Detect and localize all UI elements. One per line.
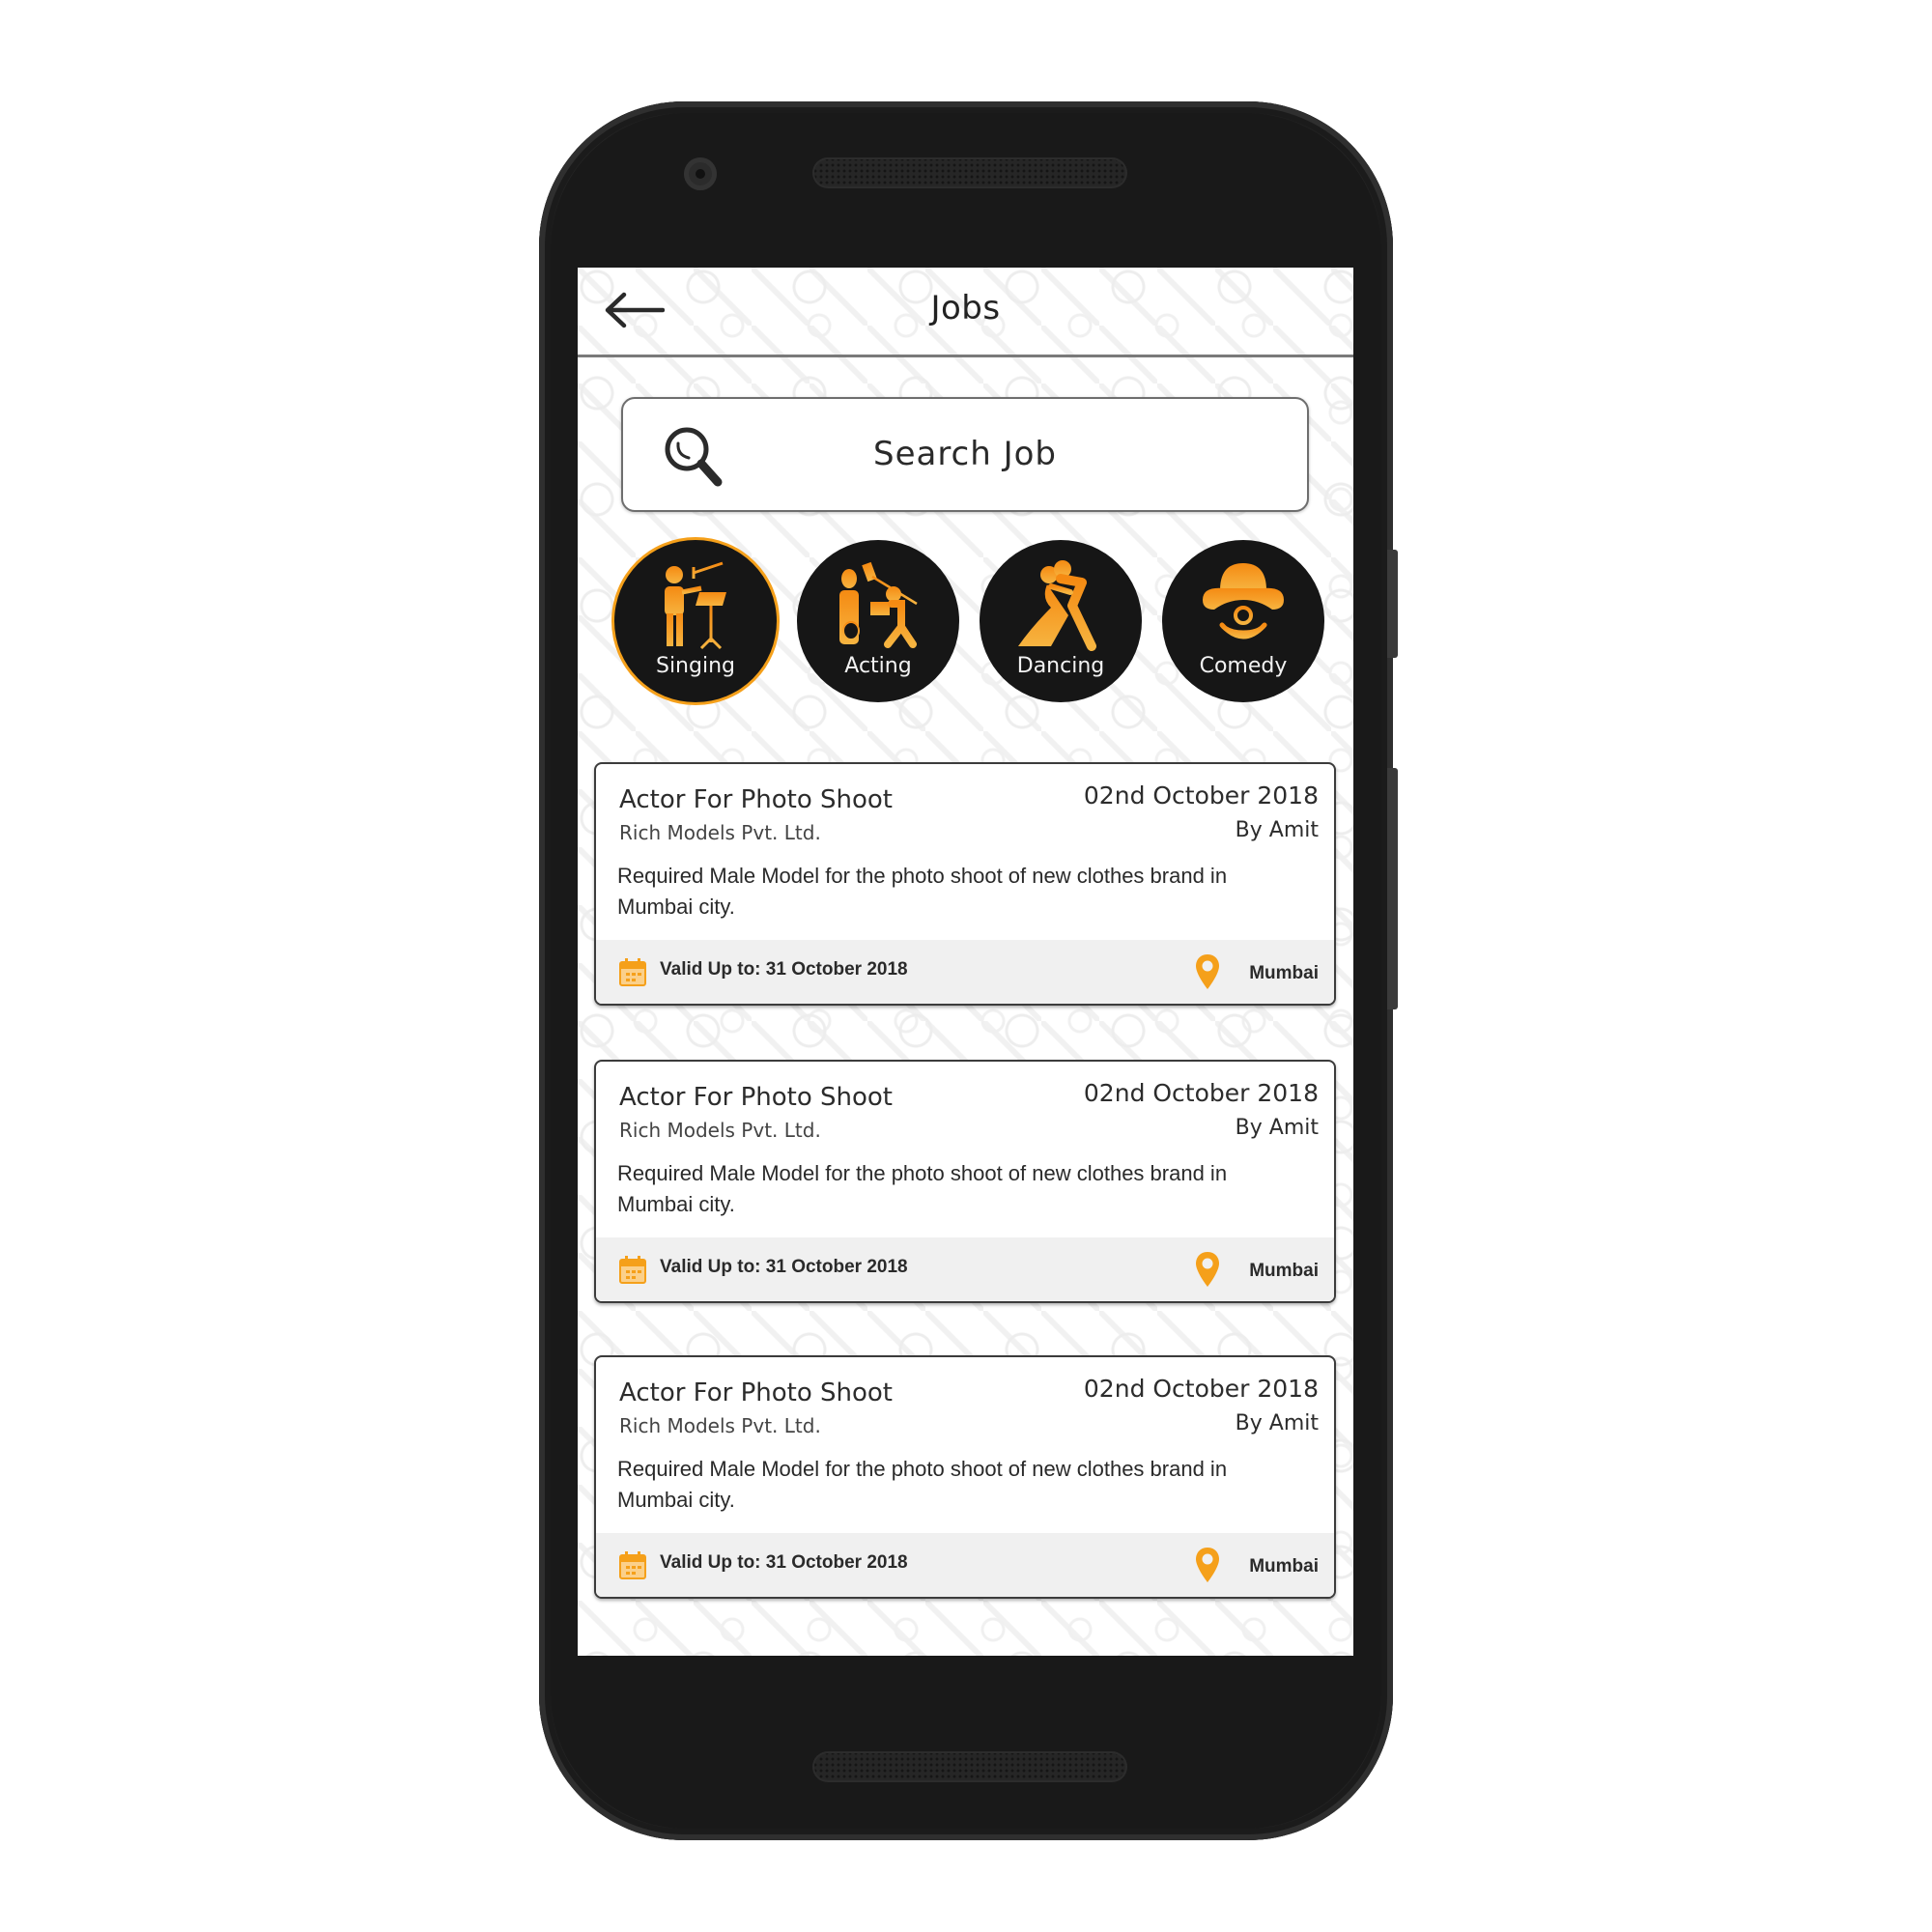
valid-up-to: Valid Up to: 31 October 2018 — [660, 1257, 908, 1277]
job-posted-by: By Amit — [1235, 1116, 1319, 1140]
calendar-icon — [619, 958, 646, 986]
job-location: Mumbai — [1249, 1556, 1319, 1577]
category-comedy[interactable]: Comedy — [1162, 540, 1324, 702]
job-card[interactable]: Actor For Photo Shoot Rich Models Pvt. L… — [594, 762, 1336, 1006]
job-location: Mumbai — [1249, 1261, 1319, 1281]
job-company: Rich Models Pvt. Ltd. — [619, 1119, 821, 1142]
bottom-speaker — [814, 1753, 1125, 1780]
job-description: Required Male Model for the photo shoot … — [617, 1457, 1228, 1512]
app-screen: Jobs Search Job Singing Acting Dancing C… — [578, 268, 1353, 1656]
job-company: Rich Models Pvt. Ltd. — [619, 1414, 821, 1437]
category-dancing[interactable]: Dancing — [980, 540, 1142, 702]
job-title: Actor For Photo Shoot — [619, 785, 893, 814]
location-pin-icon — [1196, 1548, 1219, 1582]
category-singing[interactable]: Singing — [614, 540, 777, 702]
location-pin-icon — [1196, 1252, 1219, 1287]
category-label: Acting — [844, 654, 912, 678]
calendar-icon — [619, 1256, 646, 1284]
job-company: Rich Models Pvt. Ltd. — [619, 821, 821, 844]
actor-clapperboard-icon — [839, 561, 919, 648]
job-posted-date: 02nd October 2018 — [1083, 1375, 1319, 1403]
job-location: Mumbai — [1249, 963, 1319, 983]
front-camera — [684, 157, 717, 190]
job-posted-date: 02nd October 2018 — [1083, 1079, 1319, 1107]
calendar-icon — [619, 1551, 646, 1579]
volume-button — [1387, 768, 1398, 1009]
job-title: Actor For Photo Shoot — [619, 1083, 893, 1112]
earpiece-speaker — [814, 159, 1125, 186]
job-card-footer: Valid Up to: 31 October 2018 Mumbai — [596, 1533, 1334, 1597]
job-card-footer: Valid Up to: 31 October 2018 Mumbai — [596, 940, 1334, 1004]
valid-up-to: Valid Up to: 31 October 2018 — [660, 959, 908, 980]
job-card-footer: Valid Up to: 31 October 2018 Mumbai — [596, 1237, 1334, 1301]
job-card[interactable]: Actor For Photo Shoot Rich Models Pvt. L… — [594, 1060, 1336, 1303]
page-title: Jobs — [930, 289, 1001, 327]
category-label: Dancing — [1016, 654, 1105, 678]
clown-face-icon — [1203, 563, 1284, 639]
location-pin-icon — [1196, 954, 1219, 989]
job-posted-date: 02nd October 2018 — [1083, 781, 1319, 810]
job-posted-by: By Amit — [1235, 818, 1319, 842]
power-button — [1387, 550, 1398, 658]
search-placeholder: Search Job — [872, 435, 1058, 473]
job-card[interactable]: Actor For Photo Shoot Rich Models Pvt. L… — [594, 1355, 1336, 1599]
job-description: Required Male Model for the photo shoot … — [617, 1161, 1228, 1216]
category-acting[interactable]: Acting — [797, 540, 959, 702]
app-header: Jobs — [578, 268, 1353, 357]
job-posted-by: By Amit — [1235, 1411, 1319, 1435]
category-label: Singing — [655, 654, 735, 678]
job-title: Actor For Photo Shoot — [619, 1378, 893, 1407]
valid-up-to: Valid Up to: 31 October 2018 — [660, 1552, 908, 1573]
singer-microphone-icon — [665, 561, 726, 650]
dancing-couple-icon — [1018, 560, 1096, 651]
category-label: Comedy — [1199, 654, 1288, 678]
search-job-input[interactable]: Search Job — [621, 397, 1309, 512]
job-description: Required Male Model for the photo shoot … — [617, 864, 1228, 919]
